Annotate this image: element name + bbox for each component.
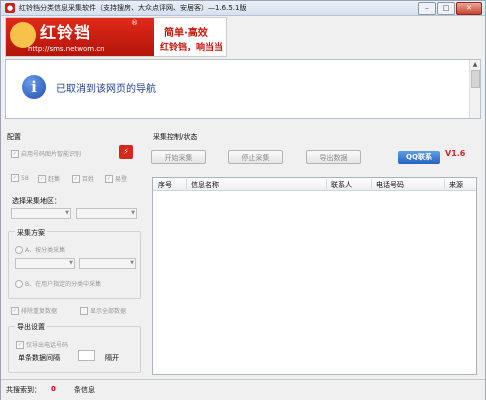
source-58-checkbox[interactable]: ✓ 58	[11, 174, 29, 182]
export-group	[8, 326, 141, 373]
checkbox-box: ✓	[11, 174, 19, 182]
chevron-down-icon: ▼	[69, 260, 73, 266]
column-divider	[371, 179, 372, 189]
exclude-duplicates-checkbox[interactable]: ✓ 排除重复数据	[11, 306, 57, 315]
source-ganji-checkbox[interactable]: ✓ 赶集	[38, 174, 60, 183]
collect-section-label: 采集控制/状态	[153, 133, 198, 141]
subcategory-select[interactable]: ▼	[79, 258, 136, 269]
scroll-up-icon[interactable]: ▲	[470, 60, 480, 69]
province-select[interactable]: ▼	[11, 208, 71, 219]
version-badge: V1.6	[445, 149, 466, 158]
slogan-bottom: 红铃铛，响当当	[160, 43, 224, 53]
radio-circle	[15, 245, 23, 254]
registered-mark: ®	[131, 19, 138, 27]
app-bell-icon: ●	[5, 3, 15, 13]
minimize-button[interactable]: –	[418, 2, 436, 15]
show-all-label: 显示全部数据	[90, 308, 127, 315]
web-scrollbar[interactable]: ▲	[469, 60, 480, 118]
window-controls: – □ ✕	[418, 2, 482, 15]
column-header[interactable]: 来源	[449, 180, 463, 190]
show-all-checkbox[interactable]: 显示全部数据	[80, 306, 126, 315]
web-view: i 已取消到该网页的导航 ▲	[5, 59, 481, 119]
table-header: 序号 信息名称 联系人 电话号码 来源	[153, 178, 476, 191]
close-button[interactable]: ✕	[456, 2, 482, 15]
column-header[interactable]: 信息名称	[191, 180, 219, 190]
exclude-duplicates-label: 排除重复数据	[21, 308, 58, 315]
interval-input[interactable]	[78, 350, 95, 361]
results-table[interactable]: 序号 信息名称 联系人 电话号码 来源	[152, 177, 477, 375]
checkbox-box: ✓	[11, 149, 19, 158]
export-group-label: 导出设置	[15, 322, 47, 332]
maximize-button[interactable]: □	[437, 2, 455, 15]
plan-b-label: B、在用户指定的分类中采集	[25, 281, 102, 288]
app-window: ● 红铃铛分类信息采集软件（支持搜房、大众点评网、安居客）—1.6.5.1版 –…	[0, 0, 486, 400]
export-data-button[interactable]: 导出数据	[306, 150, 361, 164]
chevron-down-icon: ▼	[130, 260, 134, 266]
column-header[interactable]: 联系人	[331, 180, 352, 190]
radio-circle	[15, 279, 23, 288]
status-prefix: 共搜索到：	[6, 386, 41, 394]
logo-text: 红铃铛	[40, 23, 92, 42]
chevron-down-icon: ▼	[131, 210, 135, 216]
info-icon: i	[22, 75, 46, 99]
export-phone-only-label: 仅导出电话号码	[26, 342, 69, 349]
stop-collect-button[interactable]: 停止采集	[228, 150, 283, 164]
checkbox-box: ✓	[38, 174, 46, 183]
plan-b-radio[interactable]: B、在用户指定的分类中采集	[15, 279, 101, 288]
interval-suffix: 隔开	[105, 354, 119, 362]
status-bar: 共搜索到： 0 条信息	[1, 379, 485, 400]
title-bar: ● 红铃铛分类信息采集软件（支持搜房、大众点评网、安居客）—1.6.5.1版 –…	[1, 1, 485, 16]
checkbox-box: ✓	[16, 340, 24, 349]
logo-url: http://sms.netwom.cn	[28, 45, 105, 53]
city-select[interactable]: ▼	[76, 208, 137, 219]
chevron-down-icon: ▼	[65, 210, 69, 216]
plan-group-label: 采集方案	[15, 228, 47, 238]
source-yideng-checkbox[interactable]: ✓ 易登	[105, 174, 127, 183]
source-label: 58	[21, 174, 29, 182]
plan-a-radio[interactable]: A、按分类采集	[15, 245, 65, 254]
ocr-checkbox[interactable]: ✓ 启用号码图片智能识别	[11, 149, 81, 158]
status-suffix: 条信息	[74, 386, 95, 394]
source-label: 赶集	[48, 176, 61, 183]
column-header[interactable]: 序号	[158, 180, 172, 190]
qq-contact-button[interactable]: QQ联系	[398, 151, 440, 164]
help-doc-icon[interactable]: ⚡	[119, 145, 133, 159]
column-divider	[186, 179, 187, 189]
checkbox-box: ✓	[72, 174, 80, 183]
start-collect-button[interactable]: 开始采集	[151, 150, 206, 164]
window-title: 红铃铛分类信息采集软件（支持搜房、大众点评网、安居客）—1.6.5.1版	[19, 4, 247, 12]
source-label: 易登	[115, 176, 128, 183]
ocr-label: 启用号码图片智能识别	[21, 151, 82, 158]
qq-label: QQ联系	[406, 153, 432, 161]
scroll-thumb[interactable]	[471, 70, 480, 88]
logo: 红铃铛 ® http://sms.netwom.cn	[6, 18, 154, 56]
brand-banner[interactable]: 红铃铛 ® http://sms.netwom.cn 简单·高效 红铃铛，响当当	[5, 17, 227, 57]
category-select[interactable]: ▼	[15, 258, 75, 269]
source-label: 百姓	[82, 176, 95, 183]
plan-a-label: A、按分类采集	[25, 247, 66, 254]
config-section-label: 配置	[7, 133, 21, 141]
column-divider	[444, 179, 445, 189]
export-phone-only-checkbox[interactable]: ✓ 仅导出电话号码	[16, 340, 68, 349]
source-baixing-checkbox[interactable]: ✓ 百姓	[72, 174, 94, 183]
slogan-top: 简单·高效	[164, 28, 208, 39]
column-header[interactable]: 电话号码	[376, 180, 404, 190]
result-count: 0	[51, 385, 56, 393]
navigation-cancelled-message: 已取消到该网页的导航	[56, 84, 156, 95]
checkbox-box	[80, 306, 88, 315]
checkbox-box: ✓	[11, 306, 19, 315]
checkbox-box: ✓	[105, 174, 113, 183]
column-divider	[326, 179, 327, 189]
region-label: 选择采集地区：	[12, 197, 61, 205]
interval-label: 单条数据间隔	[18, 354, 60, 362]
